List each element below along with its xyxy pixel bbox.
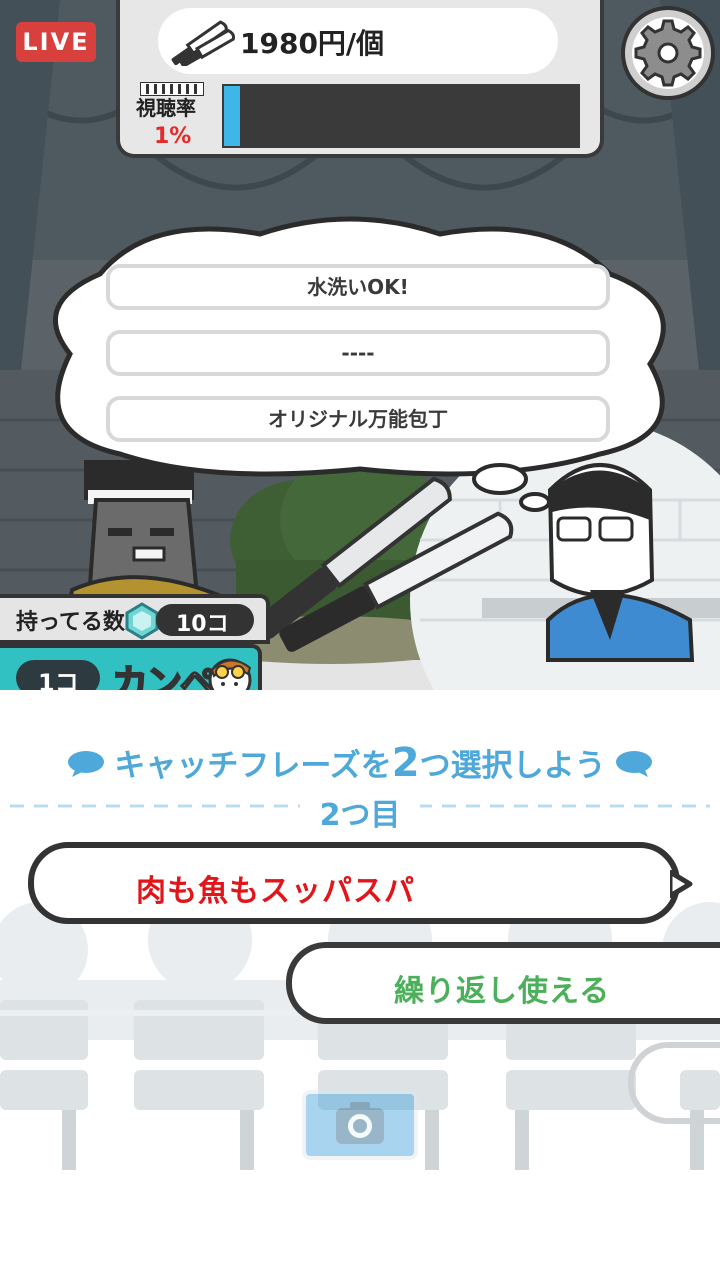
settings-button[interactable] xyxy=(618,6,718,100)
bubble-tail xyxy=(670,870,693,898)
step-label: 2つ目 xyxy=(300,790,420,834)
camera-icon xyxy=(336,1102,384,1144)
rating-fill xyxy=(224,86,240,146)
price-text: 1980円/個 xyxy=(240,27,385,60)
speech-bubble-icon xyxy=(616,751,652,777)
instruction-text: キャッチフレーズを2つ選択しよう xyxy=(60,740,660,786)
knife-icon xyxy=(171,20,235,66)
instruction-pre: キャッチフレーズを xyxy=(114,748,392,784)
instruction-post: つ選択しよう xyxy=(419,748,606,784)
rating-label: 視聴率 xyxy=(136,96,196,120)
rating-value: 1% xyxy=(154,124,192,149)
bubble-option-2: ---- xyxy=(106,330,610,376)
bubble-option-1: 水洗いOK! xyxy=(106,264,610,310)
rating-bar xyxy=(222,84,580,148)
gear-icon xyxy=(621,6,715,100)
inventory-count: 10コ xyxy=(176,612,229,637)
live-badge: LIVE xyxy=(16,22,96,62)
inventory-label: 持ってる数 xyxy=(16,610,125,635)
choice-text-2: 繰り返し使える xyxy=(394,974,611,1009)
gem-icon xyxy=(125,602,159,640)
choice-button-3[interactable] xyxy=(628,1042,720,1124)
instruction-number: 2 xyxy=(391,740,420,786)
camera-button[interactable] xyxy=(302,1090,418,1160)
bubble-option-3: オリジナル万能包丁 xyxy=(106,396,610,442)
choice-text-1: 肉も魚もスッパスパ xyxy=(136,874,415,909)
